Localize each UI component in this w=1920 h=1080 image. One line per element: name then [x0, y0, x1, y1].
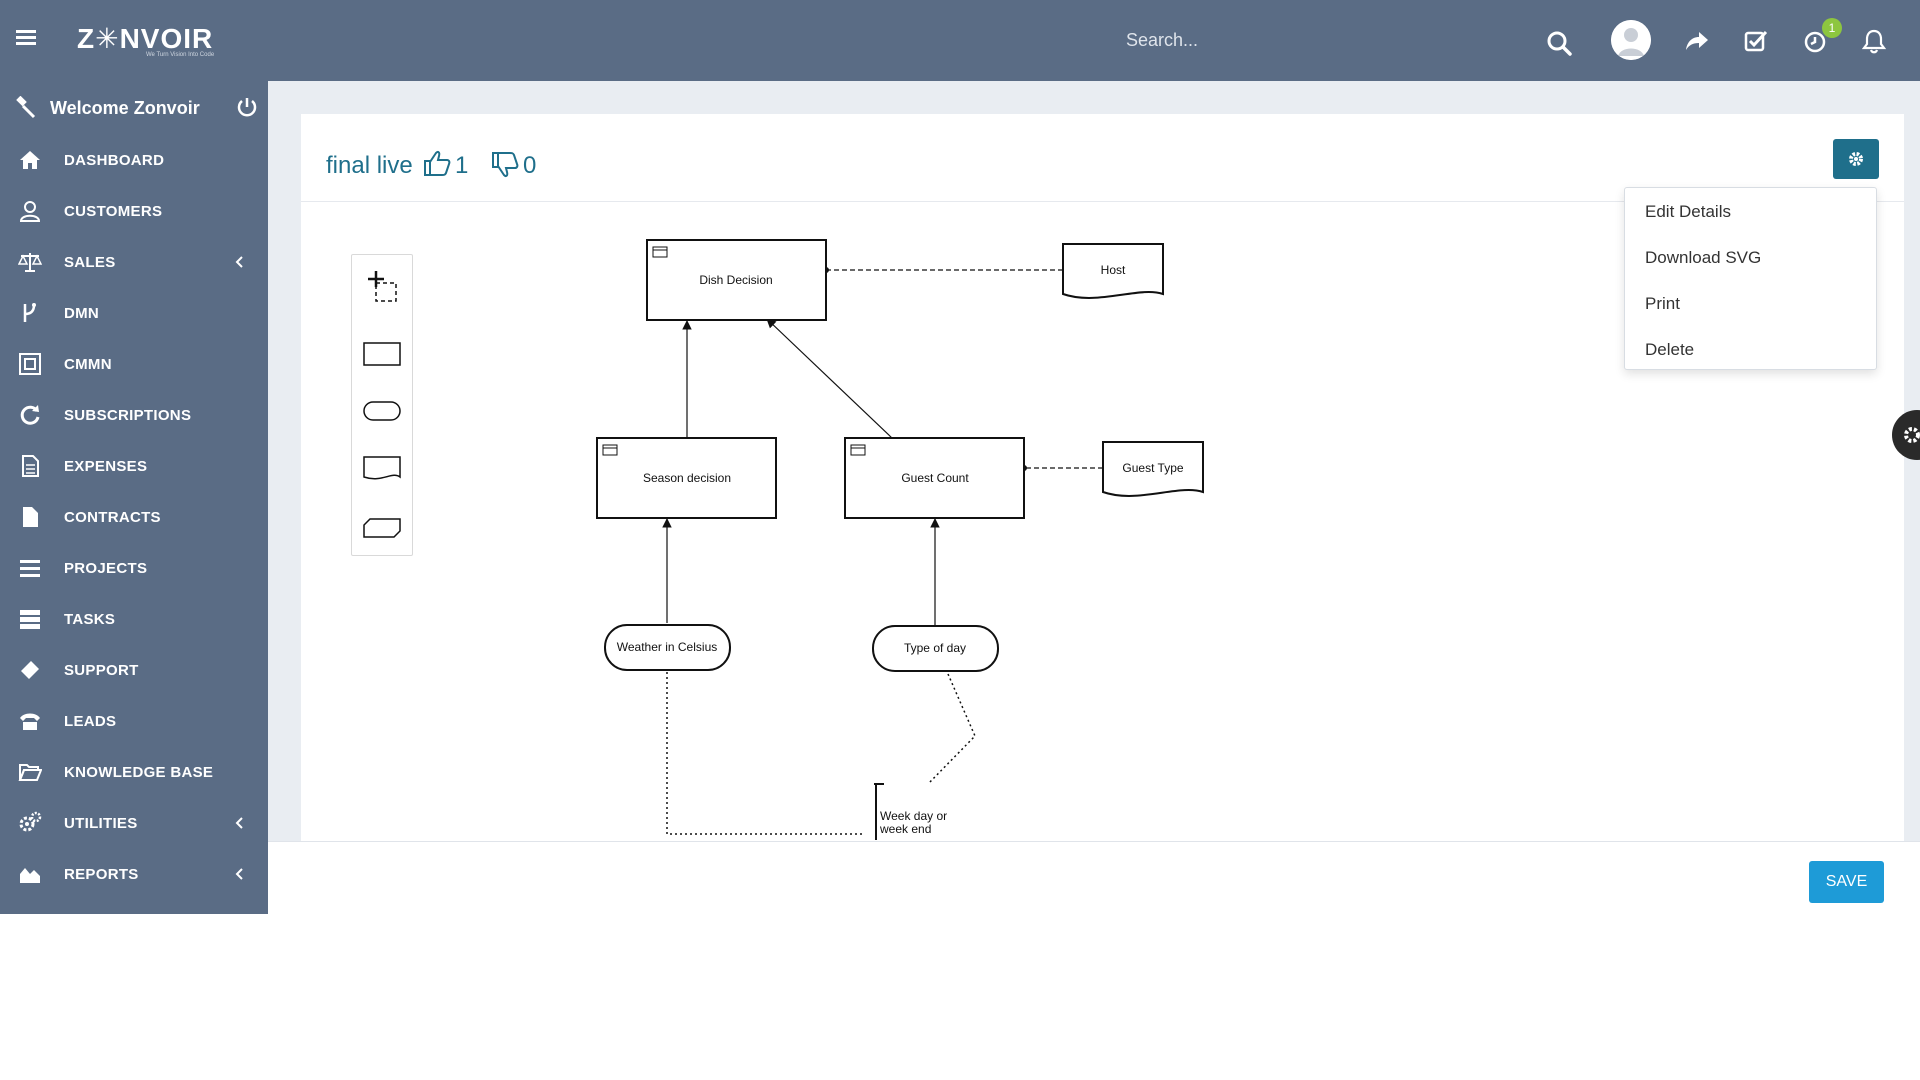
thumbs-down-icon[interactable]	[490, 150, 520, 180]
sidebar-item-label: TASKS	[64, 611, 116, 628]
bell-icon[interactable]	[1861, 28, 1887, 54]
brand-tagline: We Turn Vision Into Code	[146, 52, 215, 58]
sidebar-item-label: PROJECTS	[64, 560, 148, 577]
gear-icon	[1904, 427, 1920, 443]
decision-node-label: Dish Decision	[699, 273, 772, 287]
text-annotation[interactable]: Week day or week end	[874, 783, 947, 840]
sidebar-item-label: SUPPORT	[64, 662, 139, 679]
knowledge-source-label: Guest Type	[1122, 461, 1183, 475]
sidebar-item-dmn[interactable]: DMN	[0, 288, 268, 339]
sidebar-item-sales[interactable]: SALES	[0, 237, 268, 288]
sidebar-item-label: CUSTOMERS	[64, 203, 163, 220]
avatar[interactable]	[1611, 20, 1651, 60]
list-icon	[20, 560, 40, 577]
customizer-toggle[interactable]	[1892, 410, 1920, 460]
refresh-icon	[20, 405, 40, 425]
sidebar-item-reports[interactable]: REPORTS	[0, 849, 268, 900]
branch-icon	[23, 303, 36, 322]
connector-guest-count-to-dish[interactable]	[766, 318, 893, 439]
sidebar-item-label: REPORTS	[64, 866, 139, 883]
knowledge-source-node-host[interactable]: Host	[1062, 243, 1164, 299]
user-icon	[19, 201, 41, 222]
save-button[interactable]: SAVE	[1809, 861, 1884, 903]
decision-node-label: Season decision	[643, 471, 731, 485]
sidebar-item-label: SALES	[64, 254, 116, 271]
sidebar-item-dashboard[interactable]: DASHBOARD	[0, 135, 268, 186]
ticket-icon	[21, 661, 39, 679]
association-typeofday-to-annotation[interactable]	[927, 673, 976, 785]
sidebar-welcome: Welcome Zonvoir	[0, 81, 268, 135]
cogs-icon	[19, 811, 42, 832]
search-icon[interactable]	[1546, 30, 1572, 56]
input-data-node-weather[interactable]: Weather in Celsius	[604, 624, 731, 671]
task-check-icon[interactable]	[1743, 28, 1769, 54]
balance-scale-icon	[18, 253, 42, 272]
decision-node-guest-count[interactable]: Guest Count	[844, 437, 1025, 519]
sidebar-item-label: KNOWLEDGE BASE	[64, 764, 214, 781]
chevron-left-icon	[235, 817, 243, 829]
gavel-icon	[16, 96, 36, 119]
share-icon[interactable]	[1684, 28, 1710, 54]
sidebar-item-label: EXPENSES	[64, 458, 148, 475]
settings-button[interactable]	[1833, 139, 1879, 179]
footer-divider	[268, 841, 1920, 842]
brand-logo[interactable]: Z✳NVOIR	[77, 22, 213, 55]
hamburger-menu-icon[interactable]	[16, 30, 36, 46]
annotation-line-2: week end	[879, 822, 931, 836]
power-icon[interactable]	[236, 96, 258, 118]
folder-open-icon	[18, 764, 42, 781]
sidebar-item-support[interactable]: SUPPORT	[0, 645, 268, 696]
likes-count: 1	[455, 152, 469, 179]
decision-node-label: Guest Count	[901, 471, 969, 485]
sidebar-item-label: CMMN	[64, 356, 112, 373]
notification-badge: 1	[1822, 18, 1842, 38]
sidebar-item-knowledge-base[interactable]: KNOWLEDGE BASE	[0, 747, 268, 798]
sidebar-item-subscriptions[interactable]: SUBSCRIPTIONS	[0, 390, 268, 441]
thumbs-up-icon[interactable]	[422, 148, 452, 178]
decision-node-dish[interactable]: Dish Decision	[646, 239, 827, 321]
sidebar-item-tasks[interactable]: TASKS	[0, 594, 268, 645]
knowledge-source-label: Host	[1101, 263, 1126, 277]
search-input[interactable]: Search...	[1126, 30, 1198, 51]
sidebar-item-label: DASHBOARD	[64, 152, 165, 169]
sidebar-item-contracts[interactable]: CONTRACTS	[0, 492, 268, 543]
sidebar-item-cmmn[interactable]: CMMN	[0, 339, 268, 390]
avatar-placeholder-icon	[1611, 20, 1651, 60]
sidebar-item-label: UTILITIES	[64, 815, 138, 832]
sidebar-item-label: SUBSCRIPTIONS	[64, 407, 192, 424]
phone-icon	[20, 713, 40, 730]
sidebar: Welcome Zonvoir DASHBOARD CUSTOMERS SALE…	[0, 81, 268, 914]
sidebar-item-expenses[interactable]: EXPENSES	[0, 441, 268, 492]
sidebar-item-leads[interactable]: LEADS	[0, 696, 268, 747]
sidebar-item-label: DMN	[64, 305, 100, 322]
association-weather-to-annotation[interactable]	[666, 672, 863, 835]
input-data-label: Weather in Celsius	[617, 640, 718, 654]
chevron-left-icon	[235, 868, 243, 880]
home-icon	[20, 151, 40, 169]
sidebar-item-label: CONTRACTS	[64, 509, 161, 526]
sidebar-item-utilities[interactable]: UTILITIES	[0, 798, 268, 849]
top-header: Z✳NVOIR We Turn Vision Into Code Search.…	[0, 0, 1920, 81]
page-title: final live	[326, 152, 413, 179]
sidebar-item-label: LEADS	[64, 713, 117, 730]
file-icon	[23, 507, 38, 527]
area-chart-icon	[20, 868, 40, 883]
welcome-text: Welcome Zonvoir	[50, 98, 200, 118]
tasks-icon	[20, 610, 40, 629]
frame-icon	[19, 353, 41, 375]
gear-icon	[1849, 152, 1863, 166]
knowledge-source-node-guest-type[interactable]: Guest Type	[1102, 441, 1204, 497]
sidebar-item-projects[interactable]: PROJECTS	[0, 543, 268, 594]
dislikes-count: 0	[523, 152, 537, 179]
input-data-node-type-of-day[interactable]: Type of day	[872, 625, 999, 672]
decision-node-season[interactable]: Season decision	[596, 437, 777, 519]
input-data-label: Type of day	[904, 641, 966, 655]
document-icon	[22, 455, 39, 477]
annotation-line-1: Week day or	[880, 809, 947, 823]
sidebar-item-customers[interactable]: CUSTOMERS	[0, 186, 268, 237]
chevron-left-icon	[235, 256, 243, 268]
dmn-diagram-canvas[interactable]: Dish Decision Host Season decision Guest…	[301, 202, 1904, 842]
